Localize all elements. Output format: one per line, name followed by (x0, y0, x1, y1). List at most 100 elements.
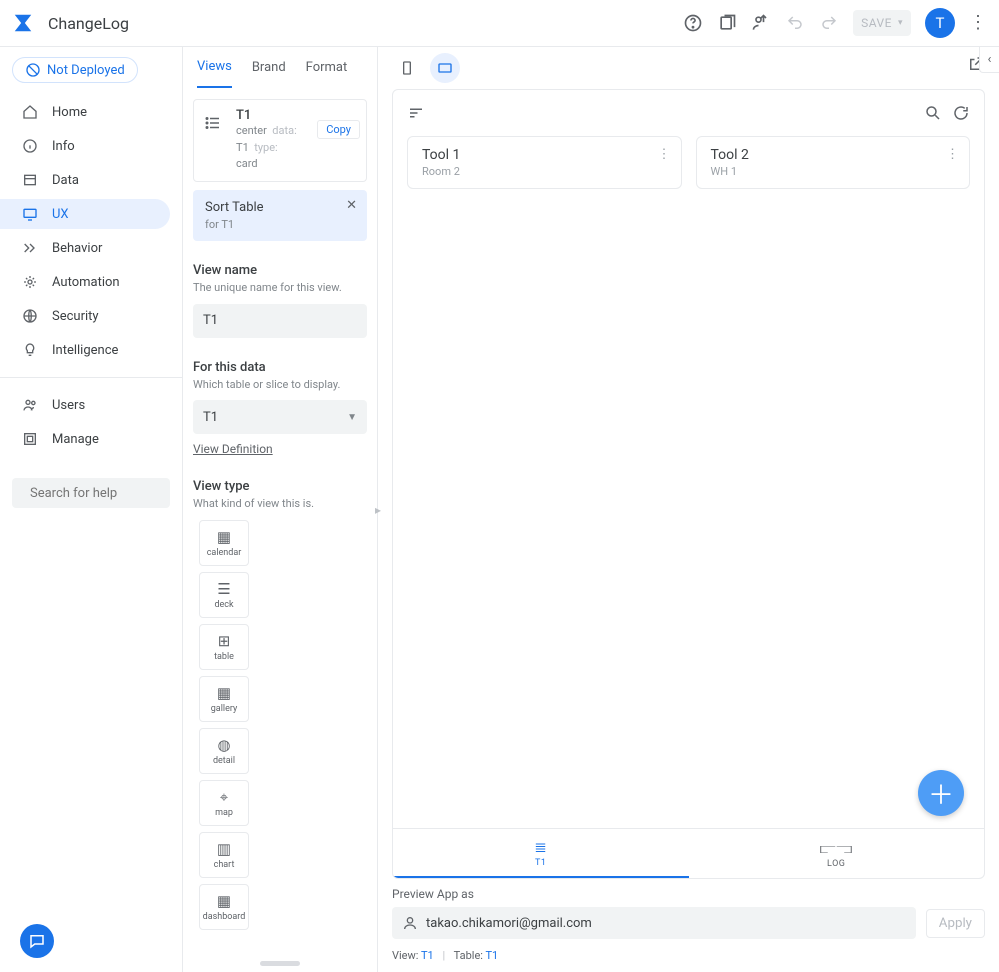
nav-item-intelligence[interactable]: Intelligence (0, 335, 170, 365)
sort-card-sub: for T1 (205, 218, 264, 231)
close-icon[interactable]: ✕ (346, 198, 357, 213)
add-fab[interactable]: ＋ (918, 770, 964, 816)
view-type-dashboard[interactable]: ▦ dashboard (199, 884, 249, 930)
phone-icon (399, 60, 415, 76)
card-more-icon[interactable]: ⋮ (658, 147, 671, 162)
copy-button[interactable]: Copy (317, 120, 360, 139)
calendar-icon: ▦ (217, 528, 231, 546)
for-data-value: T1 (203, 410, 218, 425)
vc-line3-val: card (236, 157, 258, 170)
sort-action-card[interactable]: Sort Table for T1 ✕ (193, 190, 367, 242)
nav-item-data[interactable]: Data (0, 165, 170, 195)
footer-table-key: Table: (454, 949, 483, 962)
data-icon (22, 172, 38, 188)
nav-item-home[interactable]: Home (0, 97, 170, 127)
footer-view-val[interactable]: T1 (421, 949, 434, 962)
apply-button[interactable]: Apply (926, 909, 985, 938)
preview-panel: ‹ (378, 47, 999, 972)
nav-label: Automation (52, 275, 120, 290)
view-definition-link[interactable]: View Definition (193, 442, 273, 456)
card-title: Tool 1 (422, 147, 667, 163)
view-name-label: View name (193, 263, 367, 278)
bottom-tab-label: LOG (827, 859, 845, 869)
tab-brand[interactable]: Brand (252, 48, 286, 87)
undo-icon[interactable] (785, 13, 805, 33)
history-icon[interactable] (717, 13, 737, 33)
view-type-detail[interactable]: ◍ detail (199, 728, 249, 774)
vt-label: dashboard (203, 912, 246, 922)
nav-item-security[interactable]: Security (0, 301, 170, 331)
list-icon: ≣ (534, 838, 547, 856)
horizontal-scrollbar[interactable] (260, 961, 300, 966)
app-title: ChangeLog (48, 14, 129, 33)
card-title: Tool 2 (711, 147, 956, 163)
view-type-chart[interactable]: ▥ chart (199, 832, 249, 878)
sort-card-title: Sort Table (205, 200, 264, 217)
share-icon[interactable] (751, 13, 771, 33)
vc-line2-key: type: (254, 141, 277, 154)
card-subtitle: Room 2 (422, 165, 667, 178)
view-summary-card[interactable]: T1 center data: T1 type: card Copy (193, 99, 367, 182)
overflow-menu-icon[interactable]: ⋮ (969, 14, 987, 32)
nav-item-info[interactable]: Info (0, 131, 170, 161)
view-type-gallery[interactable]: ▦ gallery (199, 676, 249, 722)
nav-label: Users (52, 398, 85, 413)
view-type-label: View type (193, 479, 367, 494)
info-icon (22, 138, 38, 154)
save-button-label: SAVE (861, 16, 892, 30)
preview-as-email: takao.chikamori@gmail.com (426, 916, 592, 931)
footer-view-key: View: (392, 949, 418, 962)
refresh-icon[interactable] (952, 104, 970, 122)
preview-card[interactable]: Tool 2 WH 1 ⋮ (696, 136, 971, 189)
view-type-calendar[interactable]: ▦ calendar (199, 520, 249, 566)
vt-label: chart (214, 860, 235, 870)
card-subtitle: WH 1 (711, 165, 956, 178)
dashboard-icon: ▦ (217, 892, 231, 910)
preview-card[interactable]: Tool 1 Room 2 ⋮ (407, 136, 682, 189)
user-avatar[interactable]: T (925, 8, 955, 38)
bottom-tab-label: T1 (535, 858, 546, 868)
bottom-tab-t1[interactable]: ≣ T1 (393, 829, 689, 878)
chat-icon (28, 932, 46, 950)
search-help-input[interactable] (30, 486, 196, 501)
config-panel: Views Brand Format T1 center data: T1 ty… (183, 47, 378, 972)
nav-item-ux[interactable]: UX (0, 199, 170, 229)
nav-item-automation[interactable]: Automation (0, 267, 170, 297)
tab-format[interactable]: Format (306, 48, 348, 87)
nav-label: Data (52, 173, 79, 188)
view-type-table[interactable]: ⊞ table (199, 624, 249, 670)
preview-as-field[interactable]: takao.chikamori@gmail.com (392, 907, 916, 939)
tab-views[interactable]: Views (197, 47, 232, 88)
collapse-preview-icon[interactable]: ‹ (979, 47, 999, 73)
search-help-box[interactable] (12, 478, 170, 508)
nav-item-behavior[interactable]: Behavior (0, 233, 170, 263)
view-type-deck[interactable]: ☰ deck (199, 572, 249, 618)
sort-icon[interactable] (407, 104, 425, 122)
feedback-fab[interactable] (20, 924, 54, 958)
view-type-map[interactable]: ⌖ map (199, 780, 249, 826)
view-name-input[interactable] (193, 304, 367, 338)
help-icon[interactable] (683, 13, 703, 33)
nav-item-users[interactable]: Users (0, 390, 170, 420)
ux-icon (22, 206, 38, 222)
view-type-options: ▦ calendar ☰ deck ⊞ table ▦ gallery ◍ (193, 520, 367, 930)
topbar: ChangeLog SAVE ▾ T ⋮ (0, 0, 999, 47)
nav-separator (0, 377, 182, 378)
nav-item-manage[interactable]: Manage (0, 424, 170, 454)
for-data-select[interactable]: T1 ▼ (193, 400, 367, 434)
table-icon: ⊞ (218, 632, 231, 650)
vt-label: deck (214, 600, 233, 610)
for-data-desc: Which table or slice to display. (193, 377, 367, 392)
save-button[interactable]: SAVE ▾ (853, 10, 911, 36)
deploy-status-pill[interactable]: Not Deployed (12, 57, 138, 83)
redo-icon[interactable] (819, 13, 839, 33)
card-more-icon[interactable]: ⋮ (946, 147, 959, 162)
chart-icon: ⫍⫎ (820, 839, 853, 857)
device-phone-button[interactable] (392, 53, 422, 83)
device-tablet-button[interactable] (430, 53, 460, 83)
bottom-tab-log[interactable]: ⫍⫎ LOG (689, 829, 985, 878)
not-deployed-icon (25, 62, 41, 78)
intelligence-icon (22, 342, 38, 358)
footer-table-val[interactable]: T1 (485, 949, 498, 962)
search-icon[interactable] (924, 104, 942, 122)
